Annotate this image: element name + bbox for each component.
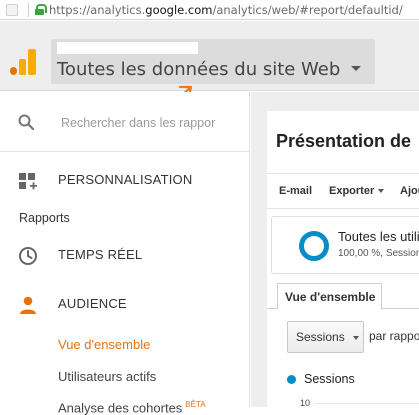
url-text[interactable]: https://analytics.google.com/analytics/w… [49, 3, 403, 17]
chevron-down-icon [378, 189, 385, 194]
add-to-dashboard-button[interactable]: Ajou [400, 185, 419, 197]
segment-title: Toutes les utili [338, 229, 419, 244]
chevron-down-icon [351, 66, 361, 71]
sidebar-item-label: TEMPS RÉEL [58, 247, 143, 262]
main-content: Présentation de E-mail Exporter Ajou Tou… [251, 92, 419, 408]
report-toolbar: E-mail Exporter Ajou [267, 173, 419, 209]
gridline [315, 403, 419, 404]
sidebar-subitem-overview[interactable]: Vue d'ensemble [58, 337, 150, 352]
sidebar: Rechercher dans les rappor PERSONNALISAT… [0, 92, 250, 415]
secure-lock-icon[interactable] [35, 4, 47, 15]
report-card: Présentation de E-mail Exporter Ajou Tou… [267, 111, 419, 408]
report-tabs: Vue d'ensemble [267, 283, 419, 310]
redacted-account-name [57, 42, 198, 54]
analytics-logo-icon[interactable] [10, 49, 36, 75]
sidebar-subitem-cohort-analysis[interactable]: Analyse des cohortes BÊTA [58, 400, 206, 415]
beta-badge: BÊTA [185, 400, 206, 409]
view-title: Toutes les données du site Web [57, 59, 341, 80]
search-input[interactable]: Rechercher dans les rappor [61, 116, 215, 130]
page-title: Présentation de [276, 131, 412, 151]
browser-url-bar[interactable]: https://analytics.google.com/analytics/w… [0, 0, 419, 20]
tab-overview[interactable]: Vue d'ensemble [277, 283, 382, 310]
series-legend-dot [287, 375, 296, 384]
email-button[interactable]: E-mail [279, 185, 312, 197]
export-button[interactable]: Exporter [329, 185, 385, 197]
compare-label: par rappo [369, 329, 419, 343]
metric-select[interactable]: Sessions [287, 321, 364, 353]
report-search[interactable]: Rechercher dans les rappor [0, 92, 250, 152]
reports-section-label: Rapports [19, 211, 70, 225]
analytics-header: Toutes les données du site Web [0, 21, 419, 91]
page-icon [6, 3, 18, 16]
url-separator [28, 2, 29, 17]
series-legend-label: Sessions [304, 372, 355, 386]
sidebar-item-label: AUDIENCE [58, 296, 127, 311]
search-icon [18, 114, 34, 130]
sidebar-item-label: PERSONNALISATION [58, 172, 193, 187]
dashboard-add-icon [19, 173, 37, 190]
segment-subtitle: 100,00 %, Session [338, 248, 419, 259]
sidebar-item-customization[interactable]: PERSONNALISATION [0, 160, 250, 200]
segment-donut-icon [299, 231, 329, 261]
view-selector[interactable]: Toutes les données du site Web [51, 39, 375, 84]
clock-icon [19, 247, 37, 265]
person-icon [20, 296, 36, 314]
sidebar-item-realtime[interactable]: TEMPS RÉEL [0, 235, 250, 275]
chevron-down-icon [352, 335, 359, 340]
segment-panel[interactable]: Toutes les utili 100,00 %, Session [271, 216, 419, 274]
sidebar-item-audience[interactable]: AUDIENCE [0, 284, 250, 324]
sidebar-subitem-active-users[interactable]: Utilisateurs actifs [58, 369, 156, 384]
